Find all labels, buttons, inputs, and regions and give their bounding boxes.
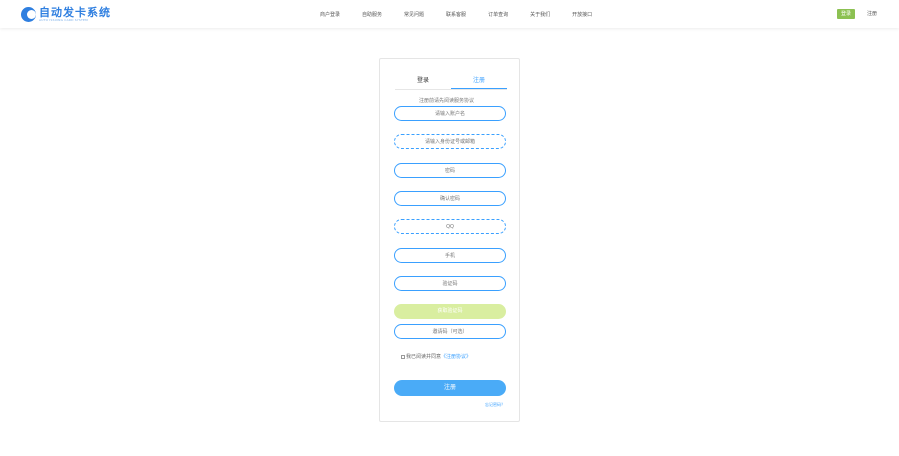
header-login-button[interactable]: 登录: [837, 9, 855, 19]
agreement-prefix: 我已阅读并同意: [406, 354, 442, 360]
agreement-link[interactable]: 《注册协议》: [441, 353, 471, 360]
phone-input[interactable]: [394, 248, 506, 263]
logo-text: 自动发卡系统 AUTO ISSUING CARD SYSTEM: [39, 7, 111, 22]
qq-input[interactable]: [394, 219, 506, 234]
header-register-link[interactable]: 注册: [867, 9, 877, 19]
agreement-row: 我已阅读并同意 《注册协议》: [401, 353, 471, 360]
register-hint: 注册前请先阅读服务协议: [419, 98, 475, 104]
nav-item-merchant-login[interactable]: 商户登录: [320, 11, 340, 18]
top-header: 自动发卡系统 AUTO ISSUING CARD SYSTEM 商户登录 自助服…: [0, 0, 899, 28]
invite-code-input[interactable]: [394, 324, 506, 339]
account-input[interactable]: [394, 106, 506, 121]
auth-tabs: 登录 注册: [395, 74, 507, 90]
logo-title: 自动发卡系统: [39, 5, 111, 19]
nav-item-contact[interactable]: 联系客服: [446, 11, 466, 18]
nav-item-about[interactable]: 关于我们: [530, 11, 550, 18]
logo-subtitle: AUTO ISSUING CARD SYSTEM: [39, 17, 88, 22]
nav-item-api[interactable]: 开放接口: [572, 11, 592, 18]
id-or-email-input[interactable]: [394, 134, 506, 149]
sms-code-input[interactable]: [394, 276, 506, 291]
agreement-checkbox[interactable]: [401, 354, 405, 359]
register-card: 登录 注册 注册前请先阅读服务协议 获取验证码 我已阅读并同意 《注册协议》 注…: [379, 58, 520, 422]
get-sms-code-button[interactable]: 获取验证码: [394, 304, 506, 319]
nav-item-order-query[interactable]: 订单查询: [488, 11, 508, 18]
tab-login[interactable]: 登录: [395, 74, 451, 89]
register-submit-button[interactable]: 注册: [394, 380, 506, 396]
confirm-password-input[interactable]: [394, 191, 506, 206]
main-nav: 商户登录 自助服务 常见问题 联系客服 订单查询 关于我们 开放接口: [320, 0, 614, 28]
forgot-password-link[interactable]: 忘记密码？: [485, 402, 505, 408]
nav-item-self-service[interactable]: 自助服务: [362, 11, 382, 18]
site-logo[interactable]: 自动发卡系统 AUTO ISSUING CARD SYSTEM: [21, 5, 111, 23]
password-input[interactable]: [394, 163, 506, 178]
tab-register[interactable]: 注册: [451, 74, 507, 89]
nav-item-faq[interactable]: 常见问题: [404, 11, 424, 18]
logo-icon: [21, 6, 36, 22]
